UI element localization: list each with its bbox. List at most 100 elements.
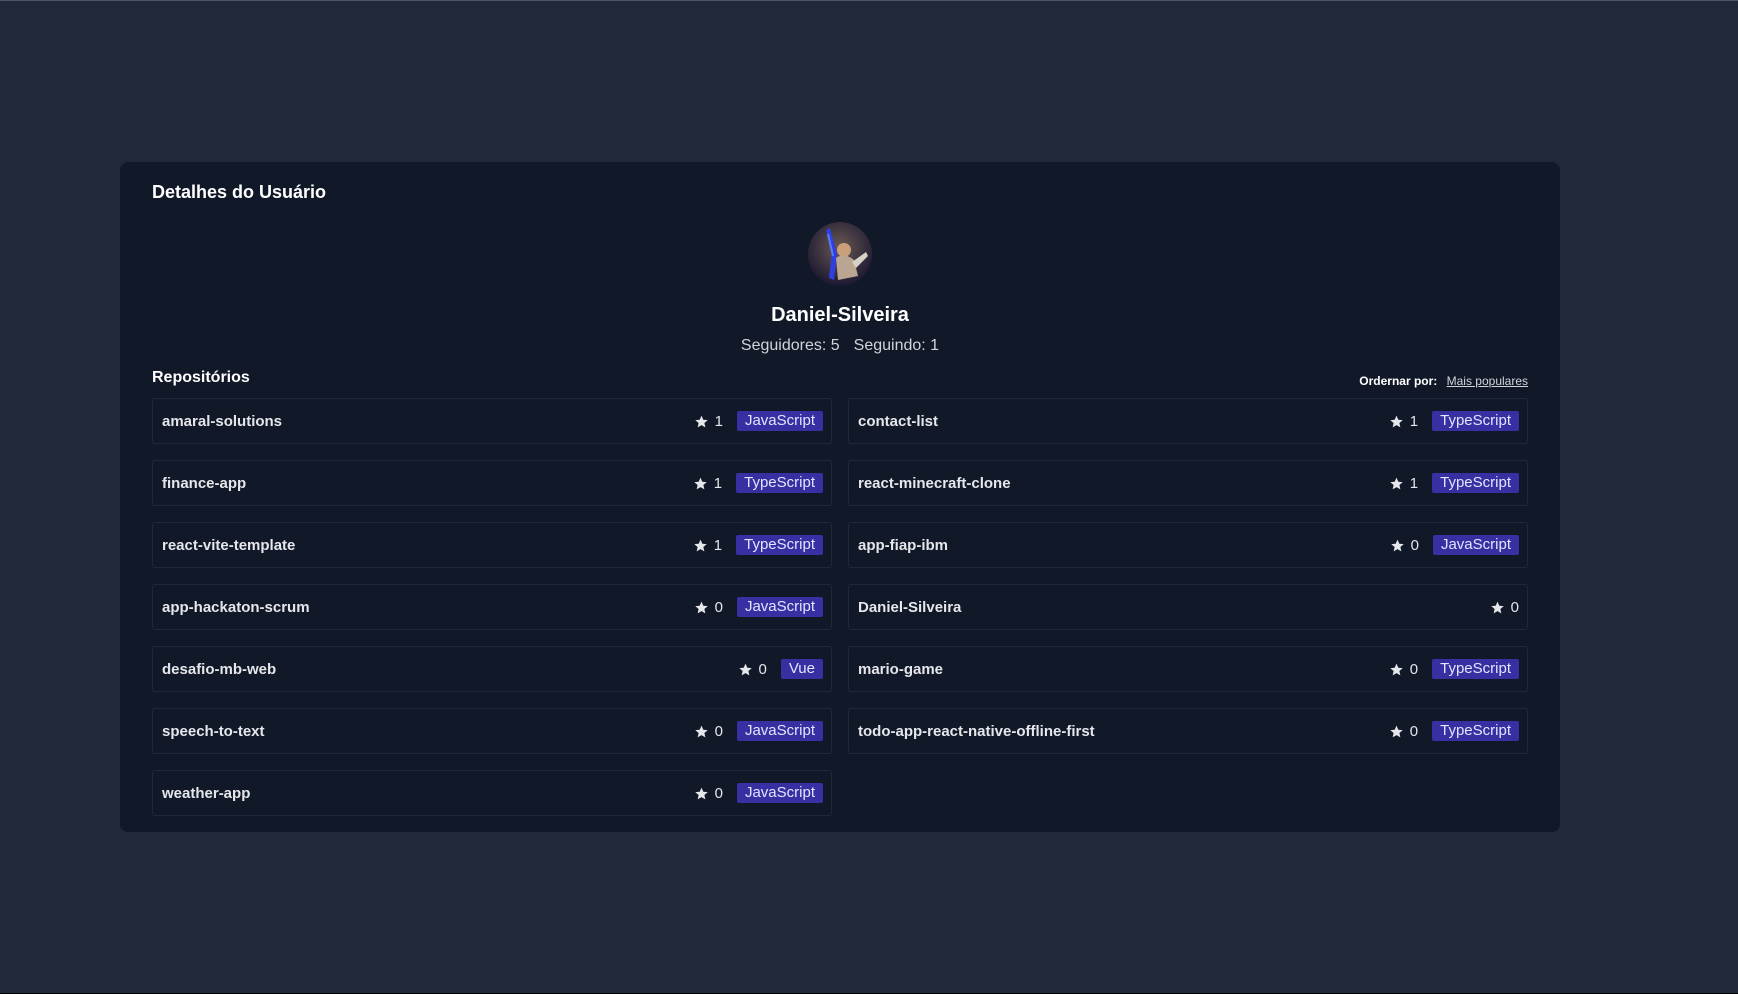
repository-name[interactable]: Daniel-Silveira — [858, 599, 961, 616]
star-count: 0 — [694, 599, 723, 616]
star-value: 0 — [1409, 722, 1419, 740]
repository-meta: 0 Vue — [738, 659, 823, 679]
card-title: Detalhes do Usuário — [152, 182, 327, 202]
repository-meta: 1 TypeScript — [693, 535, 823, 555]
star-value: 1 — [714, 412, 723, 430]
repository-meta: 1 TypeScript — [693, 473, 823, 493]
star-value: 1 — [713, 536, 723, 554]
repository-name[interactable]: contact-list — [858, 413, 938, 430]
star-value: 0 — [714, 722, 723, 740]
repository-meta: 1 JavaScript — [694, 411, 823, 431]
star-count: 1 — [694, 413, 723, 430]
repository-name[interactable]: amaral-solutions — [162, 413, 282, 430]
star-value: 1 — [1409, 474, 1419, 492]
star-icon — [694, 539, 707, 551]
star-count: 0 — [1389, 661, 1418, 678]
repository-meta: 0 — [1490, 599, 1519, 616]
star-icon — [1390, 539, 1404, 551]
repository-item[interactable]: contact-list 1 TypeScript — [848, 398, 1528, 444]
repository-name[interactable]: react-vite-template — [162, 537, 295, 554]
repository-name[interactable]: react-minecraft-clone — [858, 475, 1011, 492]
sort-control: Ordernar por: Mais populares — [1359, 374, 1528, 388]
star-icon — [1390, 663, 1403, 675]
star-count: 1 — [1389, 475, 1418, 492]
repository-item[interactable]: Daniel-Silveira 0 — [848, 584, 1528, 630]
repository-item[interactable]: desafio-mb-web 0 Vue — [152, 646, 832, 692]
star-icon — [694, 787, 708, 799]
repository-item[interactable]: speech-to-text 0 JavaScript — [152, 708, 832, 754]
star-value: 0 — [758, 660, 767, 678]
repository-item[interactable]: finance-app 1 TypeScript — [152, 460, 832, 506]
star-count: 0 — [1490, 599, 1519, 616]
star-icon — [1390, 725, 1403, 737]
star-value: 0 — [714, 784, 723, 802]
avatar — [808, 222, 872, 286]
repository-meta: 0 TypeScript — [1389, 659, 1519, 679]
repository-item[interactable]: app-hackaton-scrum 0 JavaScript — [152, 584, 832, 630]
star-icon — [738, 663, 752, 675]
language-badge: JavaScript — [736, 597, 823, 617]
star-count: 0 — [694, 723, 723, 740]
repository-name[interactable]: app-hackaton-scrum — [162, 599, 310, 616]
sort-option-link[interactable]: Mais populares — [1447, 374, 1528, 388]
star-count: 0 — [1389, 723, 1418, 740]
language-badge: Vue — [780, 659, 823, 679]
star-count: 1 — [693, 537, 722, 554]
repository-meta: 0 TypeScript — [1389, 721, 1519, 741]
repository-name[interactable]: desafio-mb-web — [162, 661, 276, 678]
repository-meta: 0 JavaScript — [694, 783, 823, 803]
language-badge: JavaScript — [736, 721, 823, 741]
star-value: 1 — [1409, 412, 1419, 430]
repository-grid: amaral-solutions 1 JavaScript contact-li… — [152, 398, 1528, 816]
star-value: 0 — [1510, 598, 1519, 616]
repository-item[interactable]: todo-app-react-native-offline-first 0 Ty… — [848, 708, 1528, 754]
repository-meta: 0 JavaScript — [694, 597, 823, 617]
language-badge: TypeScript — [736, 535, 823, 555]
repository-meta: 0 JavaScript — [694, 721, 823, 741]
repository-name[interactable]: weather-app — [162, 785, 250, 802]
star-icon — [694, 415, 708, 427]
repository-meta: 0 JavaScript — [1390, 535, 1519, 555]
star-icon — [1390, 415, 1403, 427]
star-count: 0 — [738, 661, 767, 678]
star-count: 1 — [1389, 413, 1418, 430]
repository-name[interactable]: app-fiap-ibm — [858, 537, 948, 554]
username: Daniel-Silveira — [771, 304, 909, 326]
language-badge: JavaScript — [736, 411, 823, 431]
star-icon — [694, 601, 708, 613]
star-value: 0 — [714, 598, 723, 616]
star-value: 1 — [713, 474, 723, 492]
star-value: 0 — [1410, 536, 1419, 554]
language-badge: TypeScript — [1432, 473, 1519, 493]
repository-name[interactable]: finance-app — [162, 475, 246, 492]
repository-item[interactable]: app-fiap-ibm 0 JavaScript — [848, 522, 1528, 568]
repository-item[interactable]: react-minecraft-clone 1 TypeScript — [848, 460, 1528, 506]
user-details-card: Detalhes do Usuário Daniel-Silveira Segu… — [120, 162, 1560, 832]
language-badge: TypeScript — [736, 473, 823, 493]
repository-meta: 1 TypeScript — [1389, 411, 1519, 431]
followers-count: Seguidores: 5 — [740, 337, 840, 354]
star-count: 1 — [693, 475, 722, 492]
language-badge: TypeScript — [1432, 411, 1519, 431]
star-icon — [694, 477, 707, 489]
repository-item[interactable]: react-vite-template 1 TypeScript — [152, 522, 832, 568]
language-badge: TypeScript — [1432, 721, 1519, 741]
repository-name[interactable]: speech-to-text — [162, 723, 265, 740]
star-value: 0 — [1409, 660, 1419, 678]
star-count: 0 — [694, 785, 723, 802]
language-badge: TypeScript — [1432, 659, 1519, 679]
repository-item[interactable]: weather-app 0 JavaScript — [152, 770, 832, 816]
star-icon — [1490, 601, 1504, 613]
language-badge: JavaScript — [736, 783, 823, 803]
repository-meta: 1 TypeScript — [1389, 473, 1519, 493]
repository-name[interactable]: mario-game — [858, 661, 943, 678]
top-border — [0, 0, 1738, 1]
sort-label: Ordernar por: — [1359, 374, 1438, 388]
repository-name[interactable]: todo-app-react-native-offline-first — [858, 723, 1095, 740]
repositories-title: Repositórios — [152, 369, 250, 386]
follow-stats: Seguidores: 5 Seguindo: 1 — [120, 337, 1560, 355]
repository-item[interactable]: amaral-solutions 1 JavaScript — [152, 398, 832, 444]
repository-item[interactable]: mario-game 0 TypeScript — [848, 646, 1528, 692]
star-icon — [694, 725, 708, 737]
following-count: Seguindo: 1 — [853, 337, 940, 354]
